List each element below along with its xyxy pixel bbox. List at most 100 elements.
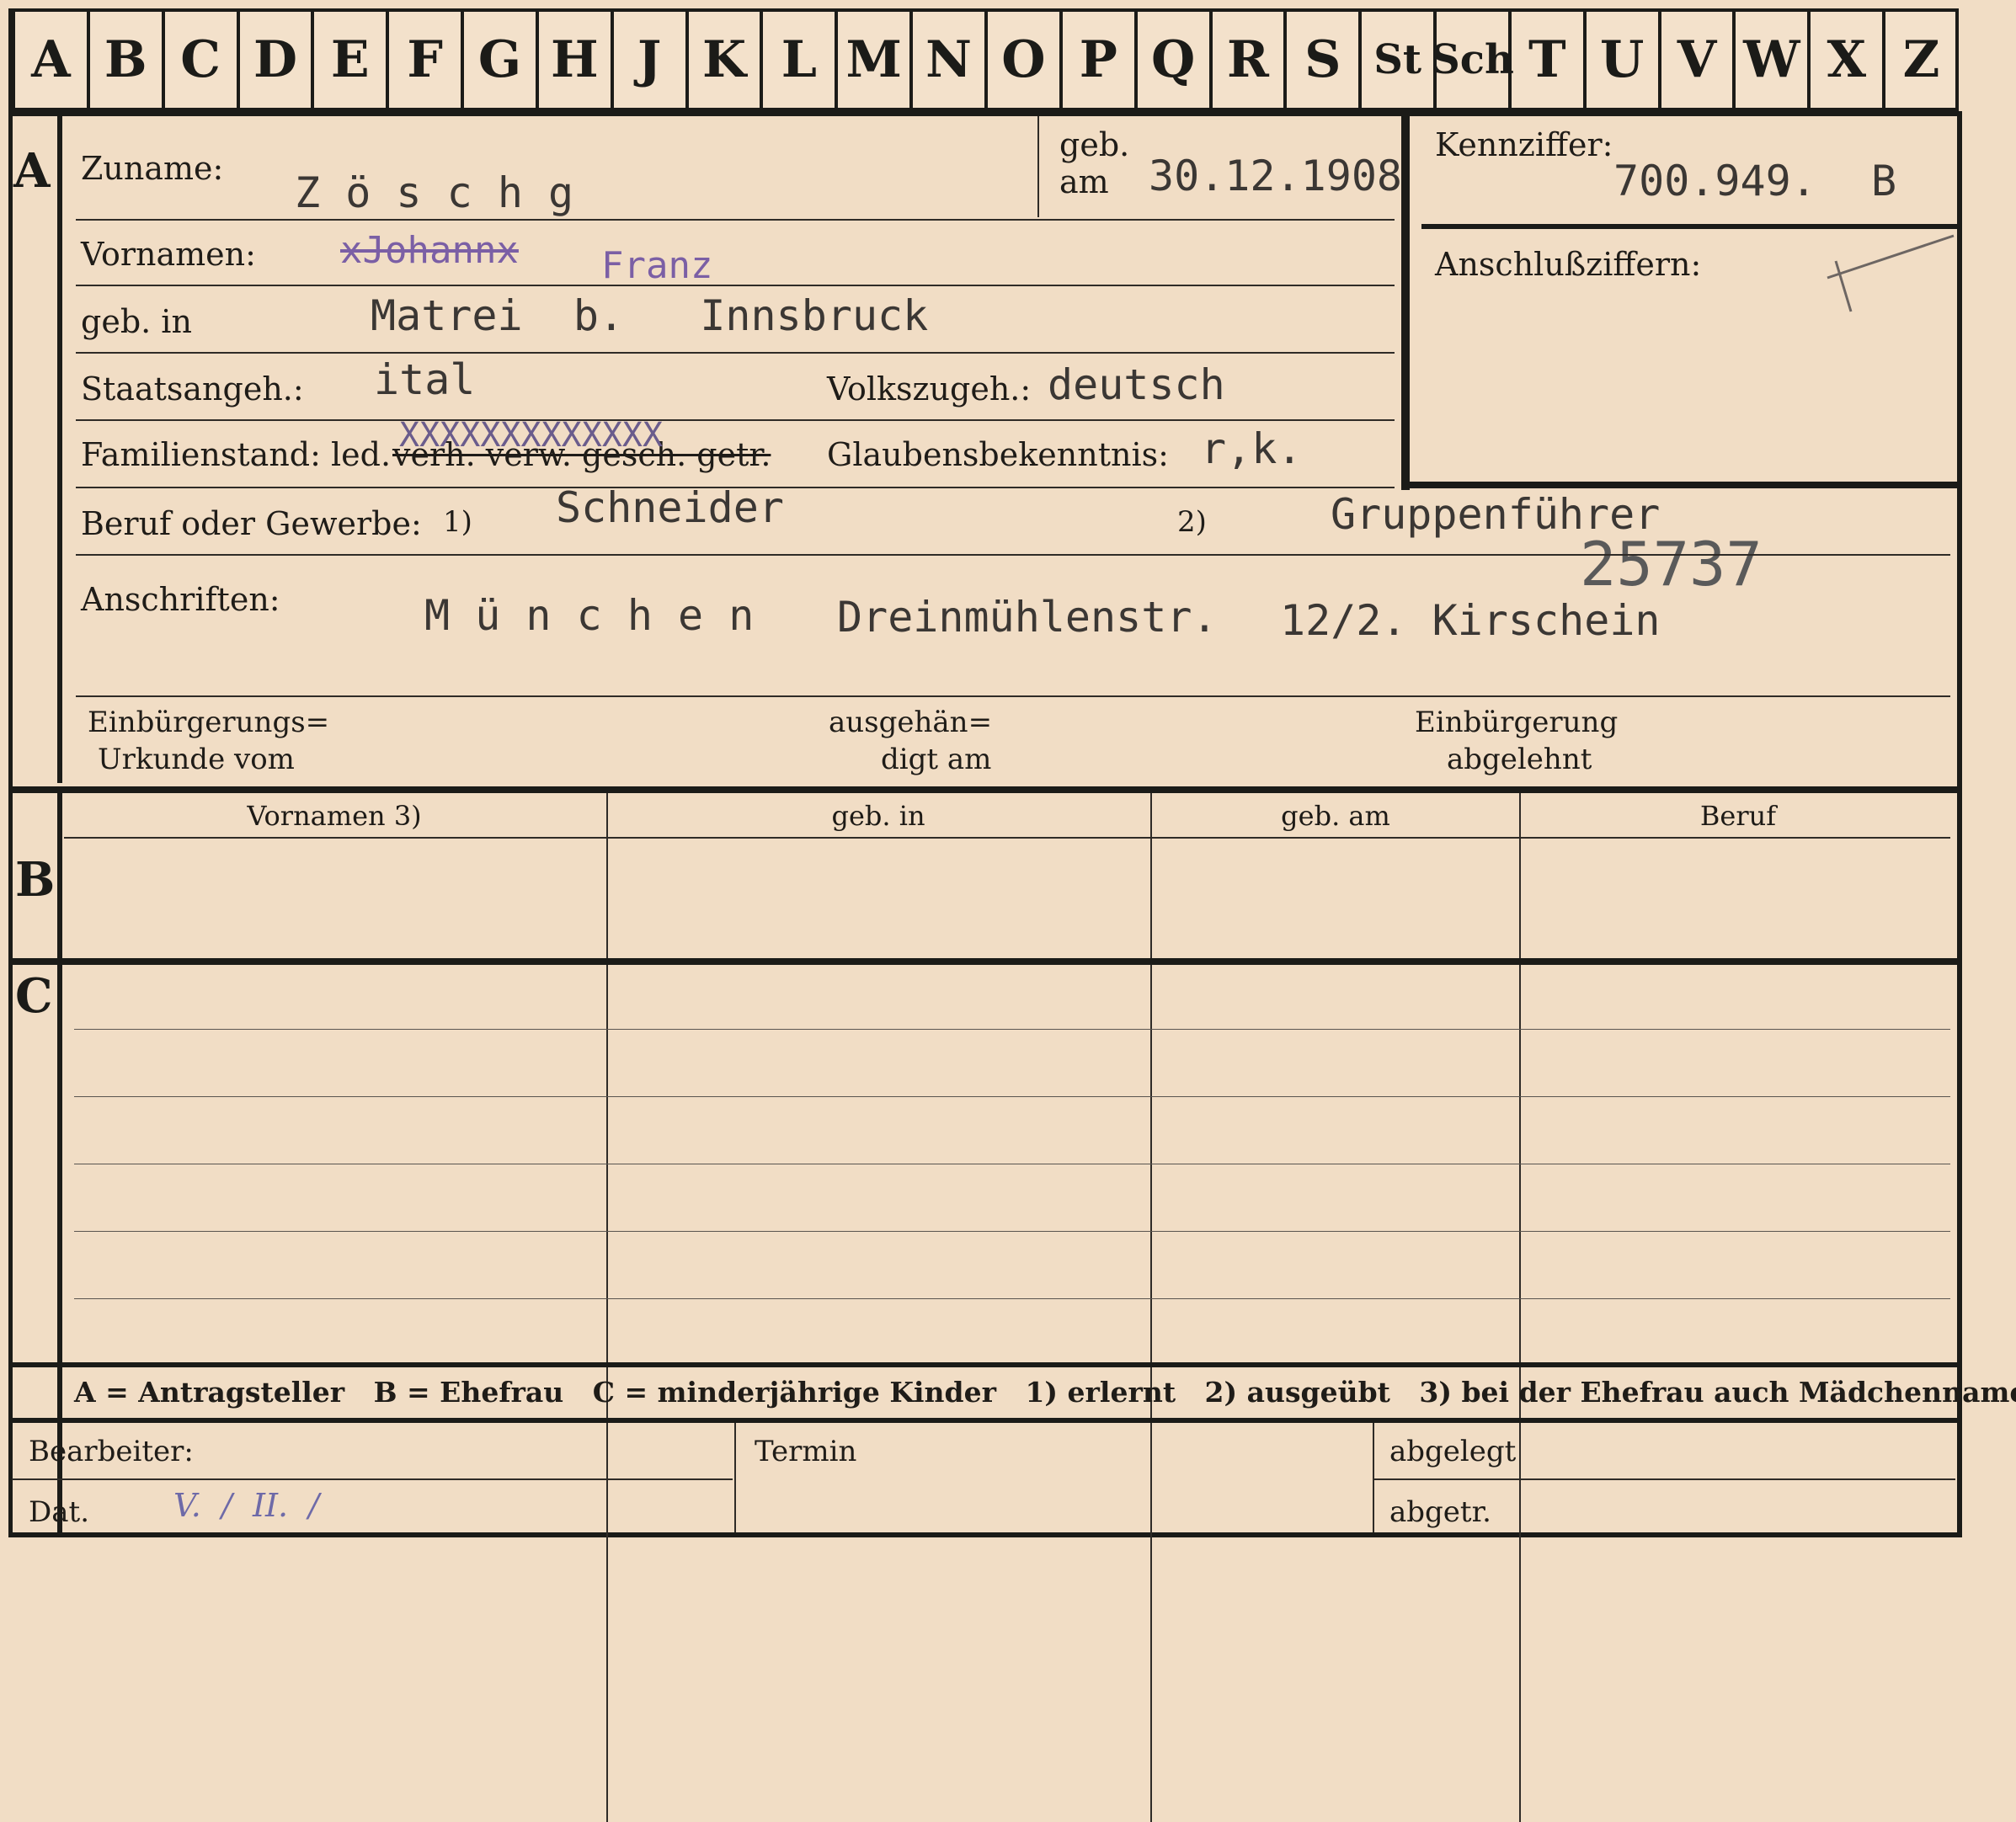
- outer-frame-top: [8, 111, 1962, 116]
- abgelegt-label: abgelegt: [1389, 1435, 1517, 1468]
- tab-v[interactable]: V: [1657, 10, 1733, 109]
- section-c-row-line: [74, 1096, 1950, 1097]
- einbuergerung-abgelehnt-label-1: Einbürgerung: [1415, 706, 1619, 739]
- tab-c[interactable]: C: [161, 10, 237, 109]
- tab-d[interactable]: D: [236, 10, 312, 109]
- col-div-1: [606, 793, 608, 1822]
- footer-mid-line: [12, 1478, 733, 1480]
- stamp-number: 25737: [1580, 529, 1763, 599]
- col-head-geb-am: geb. am: [1281, 800, 1390, 832]
- bearbeiter-label: Bearbeiter:: [29, 1435, 194, 1468]
- geb-am-value: 30.12.1908: [1149, 152, 1403, 200]
- kennziffer-label: Kennziffer:: [1435, 126, 1613, 163]
- col-head-geb-in: geb. in: [831, 800, 925, 832]
- geb-label: geb.: [1059, 126, 1130, 163]
- col-head-beruf: Beruf: [1699, 800, 1777, 832]
- anschlussziffern-label: Anschlußziffern:: [1435, 246, 1702, 283]
- vornamen-value: Franz: [601, 244, 713, 287]
- line-geb-in-top: [76, 285, 1395, 286]
- volkszugeh-value: deutsch: [1048, 360, 1225, 409]
- tab-st[interactable]: St: [1358, 10, 1433, 109]
- glaubens-label: Glaubensbekenntnis:: [827, 436, 1169, 473]
- einbuergerung-urkunde-label-1: Einbürgerungs=: [88, 706, 330, 739]
- tab-r[interactable]: R: [1208, 10, 1284, 109]
- tab-z[interactable]: Z: [1882, 10, 1957, 109]
- outer-frame-left: [8, 111, 13, 1537]
- kennziffer-value: 700.949.: [1613, 157, 1816, 205]
- zuname-label: Zuname:: [81, 150, 224, 187]
- legend-top-line: [8, 1362, 1962, 1367]
- section-c-row-line: [74, 1029, 1950, 1030]
- glaubens-value: r,k.: [1201, 424, 1303, 473]
- tab-p[interactable]: P: [1059, 10, 1134, 109]
- dat-value: V. / II. /: [173, 1487, 320, 1524]
- geb-in-value: Matrei b. Innsbruck: [371, 291, 929, 340]
- col-head-vornamen: Vornamen 3): [247, 800, 422, 832]
- outer-frame-bottom: [8, 1532, 1962, 1537]
- section-a-divider: [57, 116, 62, 783]
- line-staatsangeh-top: [76, 352, 1395, 354]
- section-b-divider: [57, 793, 62, 1534]
- tab-u[interactable]: U: [1582, 10, 1658, 109]
- tab-g[interactable]: G: [461, 10, 536, 109]
- legend-bottom-line: [8, 1418, 1962, 1423]
- ausgehaendigt-label-2: digt am: [881, 743, 992, 776]
- tab-t[interactable]: T: [1507, 10, 1583, 109]
- check-mark-icon: [1827, 234, 1955, 312]
- tab-l[interactable]: L: [760, 10, 835, 109]
- tab-e[interactable]: E: [311, 10, 386, 109]
- anschrift-street: Dreinmühlenstr.: [837, 593, 1218, 642]
- line-einbuergerung-top: [76, 695, 1950, 697]
- kennziffer-suffix: B: [1871, 157, 1897, 205]
- anschriften-label: Anschriften:: [81, 581, 280, 618]
- tab-w[interactable]: W: [1732, 10, 1807, 109]
- tab-b[interactable]: B: [86, 10, 162, 109]
- section-b-header-line: [64, 837, 1950, 839]
- footer-mid-line-right: [1374, 1478, 1955, 1480]
- section-c-row-line: [74, 1231, 1950, 1232]
- kennziffer-box-left: [1401, 111, 1410, 490]
- einbuergerung-abgelehnt-label-2: abgelehnt: [1447, 743, 1592, 776]
- line-vornamen-top: [76, 219, 1395, 221]
- tab-f[interactable]: F: [386, 10, 461, 109]
- beruf-label: Beruf oder Gewerbe:: [81, 505, 422, 542]
- tab-m[interactable]: M: [835, 10, 909, 109]
- registration-card: A B C D E F G H J K L M N O P Q R S St Sch T U V W X Z A Zuname: …: [0, 0, 2016, 1822]
- tab-s[interactable]: S: [1283, 10, 1358, 109]
- beruf-footnote-2: 2): [1177, 505, 1207, 539]
- tab-n[interactable]: N: [909, 10, 984, 109]
- tab-sch[interactable]: Sch: [1431, 10, 1514, 109]
- section-c-row-line: [74, 1298, 1950, 1299]
- section-b-bottom: [8, 958, 1962, 965]
- vornamen-struck: xJohannx: [340, 229, 519, 272]
- anschrift-city: M ü n c h e n: [424, 591, 755, 640]
- tab-h[interactable]: H: [535, 10, 611, 109]
- tab-j[interactable]: J: [610, 10, 685, 109]
- section-c-letter: C: [15, 968, 53, 1024]
- tab-q[interactable]: Q: [1133, 10, 1209, 109]
- kennziffer-box-bottom: [1401, 482, 1957, 488]
- staatsangeh-label: Staatsangeh.:: [81, 370, 304, 408]
- tab-x[interactable]: X: [1807, 10, 1882, 109]
- tab-a[interactable]: A: [12, 10, 87, 109]
- termin-label: Termin: [755, 1435, 857, 1468]
- beruf-value: Schneider: [556, 483, 784, 532]
- section-b-letter: B: [15, 852, 56, 908]
- tab-k[interactable]: K: [685, 10, 760, 109]
- footer-div-2: [1373, 1423, 1374, 1532]
- geb-am-divider: [1037, 116, 1039, 217]
- section-a-bottom: [8, 786, 1962, 793]
- am-label: am: [1059, 163, 1109, 200]
- familienstand-overtype: XXXXXXXXXXXXX: [399, 416, 664, 455]
- beruf-footnote-1: 1): [443, 505, 472, 539]
- outer-frame-right: [1957, 111, 1962, 1537]
- zuname-value: Z ö s c h g: [295, 168, 574, 217]
- line-anschriften-top: [76, 554, 1950, 556]
- vornamen-label: Vornamen:: [81, 236, 256, 273]
- einbuergerung-urkunde-label-2: Urkunde vom: [98, 743, 295, 776]
- staatsangeh-value: ital: [374, 355, 476, 404]
- volkszugeh-label: Volkszugeh.:: [827, 370, 1032, 408]
- col-div-3: [1519, 793, 1521, 1822]
- geb-in-label: geb. in: [81, 303, 192, 340]
- tab-o[interactable]: O: [984, 10, 1059, 109]
